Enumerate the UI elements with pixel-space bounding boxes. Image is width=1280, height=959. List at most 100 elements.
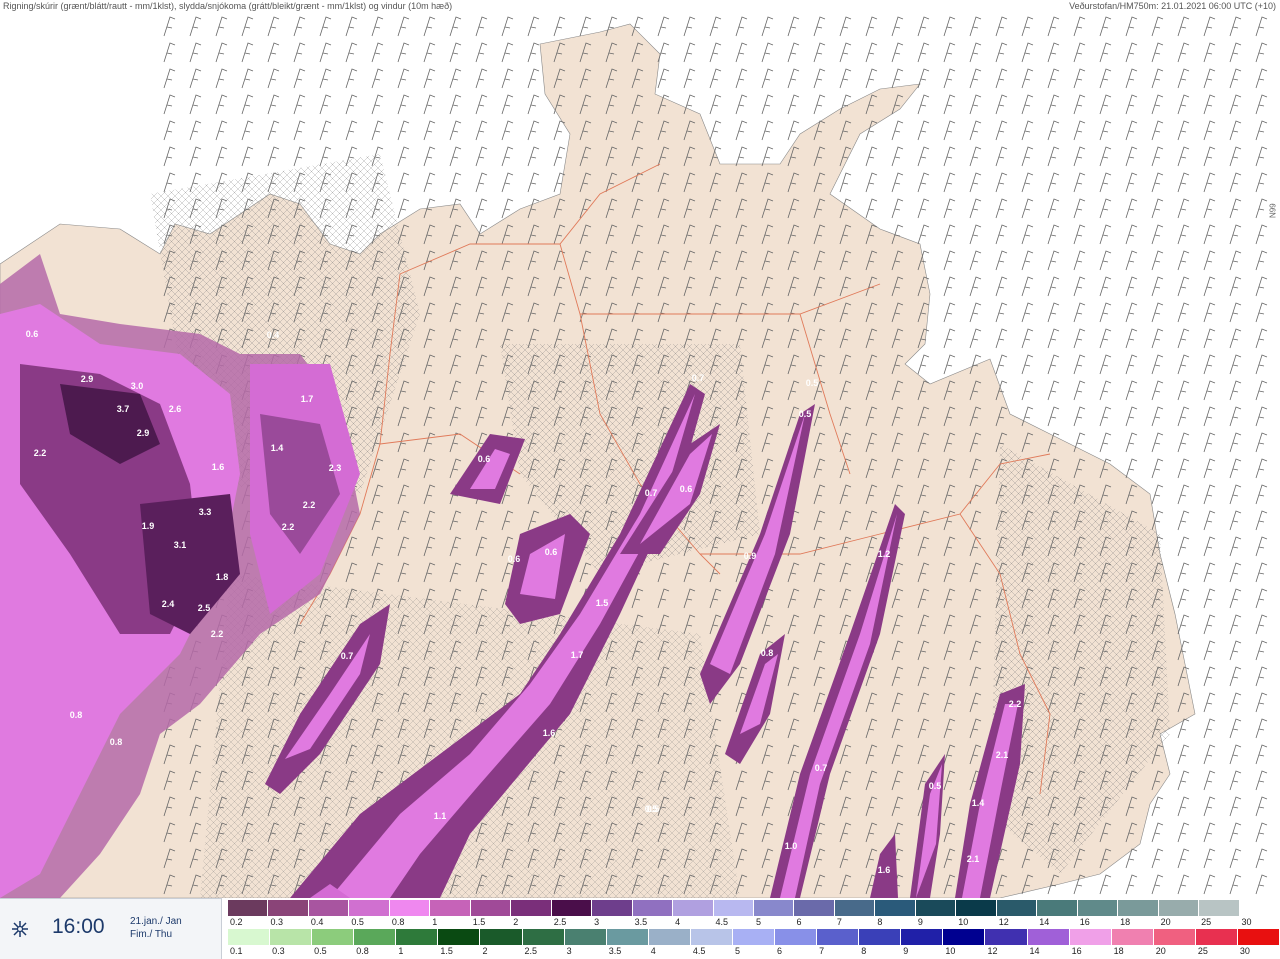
- precip-value-label: 2.2: [303, 500, 316, 510]
- legend-value: 2: [482, 946, 488, 956]
- legend-swatch: [754, 900, 795, 916]
- legend-value: 4: [650, 946, 656, 956]
- precip-value-label: 0.6: [680, 484, 693, 494]
- legend-value: 10: [958, 917, 969, 927]
- precip-value-label: 2.1: [967, 854, 980, 864]
- legend-swatch: [1239, 900, 1280, 916]
- legend-value: 30: [1239, 946, 1250, 956]
- precip-value-label: 0.5: [806, 378, 819, 388]
- legend-value: 0.8: [391, 917, 405, 927]
- legend-swatch: [1077, 900, 1119, 916]
- precip-value-label: 1.7: [571, 650, 584, 660]
- legend-swatch: [1069, 929, 1112, 945]
- legend-swatch: [732, 929, 776, 945]
- legend-swatch: [349, 900, 390, 916]
- precip-value-label: 0.9: [744, 551, 757, 561]
- snow-wind-icon: [12, 921, 28, 937]
- precip-value-label: 1.7: [301, 394, 314, 404]
- legend-value: 4: [675, 917, 681, 927]
- legend-swatch: [834, 900, 876, 916]
- precip-value-label: 2.3: [329, 463, 342, 473]
- legend-swatch: [1195, 929, 1238, 945]
- precip-value-label: 0.4: [267, 330, 280, 340]
- legend-value: 4.5: [692, 946, 706, 956]
- legend-value: 10: [945, 946, 956, 956]
- legend-value: 5: [756, 917, 762, 927]
- map-title: Rigning/skúrir (grænt/blátt/rautt - mm/1…: [3, 1, 453, 11]
- legend-value: 0.8: [356, 946, 369, 956]
- legend-value: 6: [796, 917, 802, 927]
- precip-value-label: 1.6: [212, 462, 225, 472]
- legend-value: 2.5: [524, 946, 538, 956]
- legend-value: 2: [513, 917, 519, 927]
- legend-value: 12: [987, 946, 998, 956]
- legend-swatch: [430, 900, 471, 916]
- precip-value-label: 2.6: [169, 404, 182, 414]
- legend-value: 1.5: [440, 946, 453, 956]
- legend-swatch: [268, 900, 309, 916]
- legend-value: 3: [566, 946, 572, 956]
- legend-swatch: [648, 929, 691, 945]
- legend-swatch: [915, 900, 957, 916]
- legend-swatch: [564, 929, 607, 945]
- legend-value: 9: [903, 946, 909, 956]
- legend-swatch: [901, 929, 944, 945]
- legend-swatch: [1118, 900, 1159, 916]
- color-legend: 0.2 0.3 0.4 0.5 0.8 1 1.5 2 2.5 3 3.5 4 4.5 5 6 7 8 9 10 12…: [228, 899, 1280, 958]
- precip-value-label: 0.6: [26, 329, 39, 339]
- legend-swatch: [1237, 929, 1280, 945]
- forecast-date-line2: Fim./ Thu: [130, 929, 173, 940]
- weather-map: 0.6 2.9 3.0 3.7 2.6 2.9 2.2 0.4 1.7 1.4 1.6 2.3 2.2 3…: [0, 14, 1280, 898]
- legend-swatch: [438, 929, 481, 945]
- precip-value-label: 0.7: [341, 651, 354, 661]
- precip-value-label: 1.0: [785, 841, 798, 851]
- precip-value-label: 2.1: [996, 750, 1009, 760]
- legend-swatch: [1027, 929, 1070, 945]
- legend-value: 5: [734, 946, 740, 956]
- legend-swatch: [632, 900, 674, 916]
- legend-swatch: [859, 929, 902, 945]
- rain-legend-row: 0.1 0.3 0.5 0.8 1 1.5 2 2.5 3 3.5 4 4.5 5 6 7 8 9 10 12 14 1…: [228, 929, 1280, 956]
- legend-value: 3.5: [608, 946, 622, 956]
- legend-swatch: [1037, 900, 1078, 916]
- legend-value: 6: [777, 946, 783, 956]
- precip-value-label: 1.4: [972, 798, 985, 808]
- legend-value: 7: [836, 917, 842, 927]
- legend-value: 0.3: [270, 917, 283, 927]
- legend-value: 4.5: [715, 917, 729, 927]
- legend-value: 25: [1197, 946, 1208, 956]
- precip-value-label: 0.7: [815, 763, 828, 773]
- legend-value: 0.3: [272, 946, 285, 956]
- forecast-date: 21.jan./ Jan Fim./ Thu: [130, 915, 182, 941]
- legend-swatch: [551, 900, 593, 916]
- precip-value-label: 0.5: [645, 804, 658, 814]
- legend-swatch: [480, 929, 523, 945]
- precip-value-label: 0.7: [692, 373, 705, 383]
- legend-value: 16: [1071, 946, 1082, 956]
- precip-value-label: 2.9: [137, 428, 150, 438]
- precip-value-label: 0.6: [545, 547, 558, 557]
- legend-swatch: [817, 929, 860, 945]
- precip-value-label: 1.4: [271, 443, 284, 453]
- legend-swatch: [794, 900, 835, 916]
- legend-swatch: [1158, 900, 1200, 916]
- legend-swatch: [690, 929, 733, 945]
- legend-value: 0.5: [314, 946, 327, 956]
- precip-value-label: 2.4: [162, 599, 175, 609]
- legend-value: 30: [1241, 917, 1252, 927]
- legend-swatch: [775, 929, 818, 945]
- legend-swatch: [1111, 929, 1154, 945]
- legend-swatch: [1153, 929, 1196, 945]
- legend-value: 20: [1160, 917, 1171, 927]
- precip-value-label: 2.2: [282, 522, 295, 532]
- legend-value: 16: [1079, 917, 1090, 927]
- legend-swatch: [592, 900, 633, 916]
- model-run-info: Veðurstofan/HM750m: 21.01.2021 06:00 UTC…: [1069, 1, 1276, 11]
- forecast-time: 16:00: [52, 915, 105, 938]
- legend-swatch: [270, 929, 313, 945]
- snow-legend-row: 0.2 0.3 0.4 0.5 0.8 1 1.5 2 2.5 3 3.5 4 4.5 5 6 7 8 9 10 12…: [228, 900, 1280, 927]
- legend-value: 20: [1155, 946, 1166, 956]
- legend-value: 3: [594, 917, 600, 927]
- legend-swatch: [943, 929, 986, 945]
- precip-value-label: 1.1: [434, 811, 447, 821]
